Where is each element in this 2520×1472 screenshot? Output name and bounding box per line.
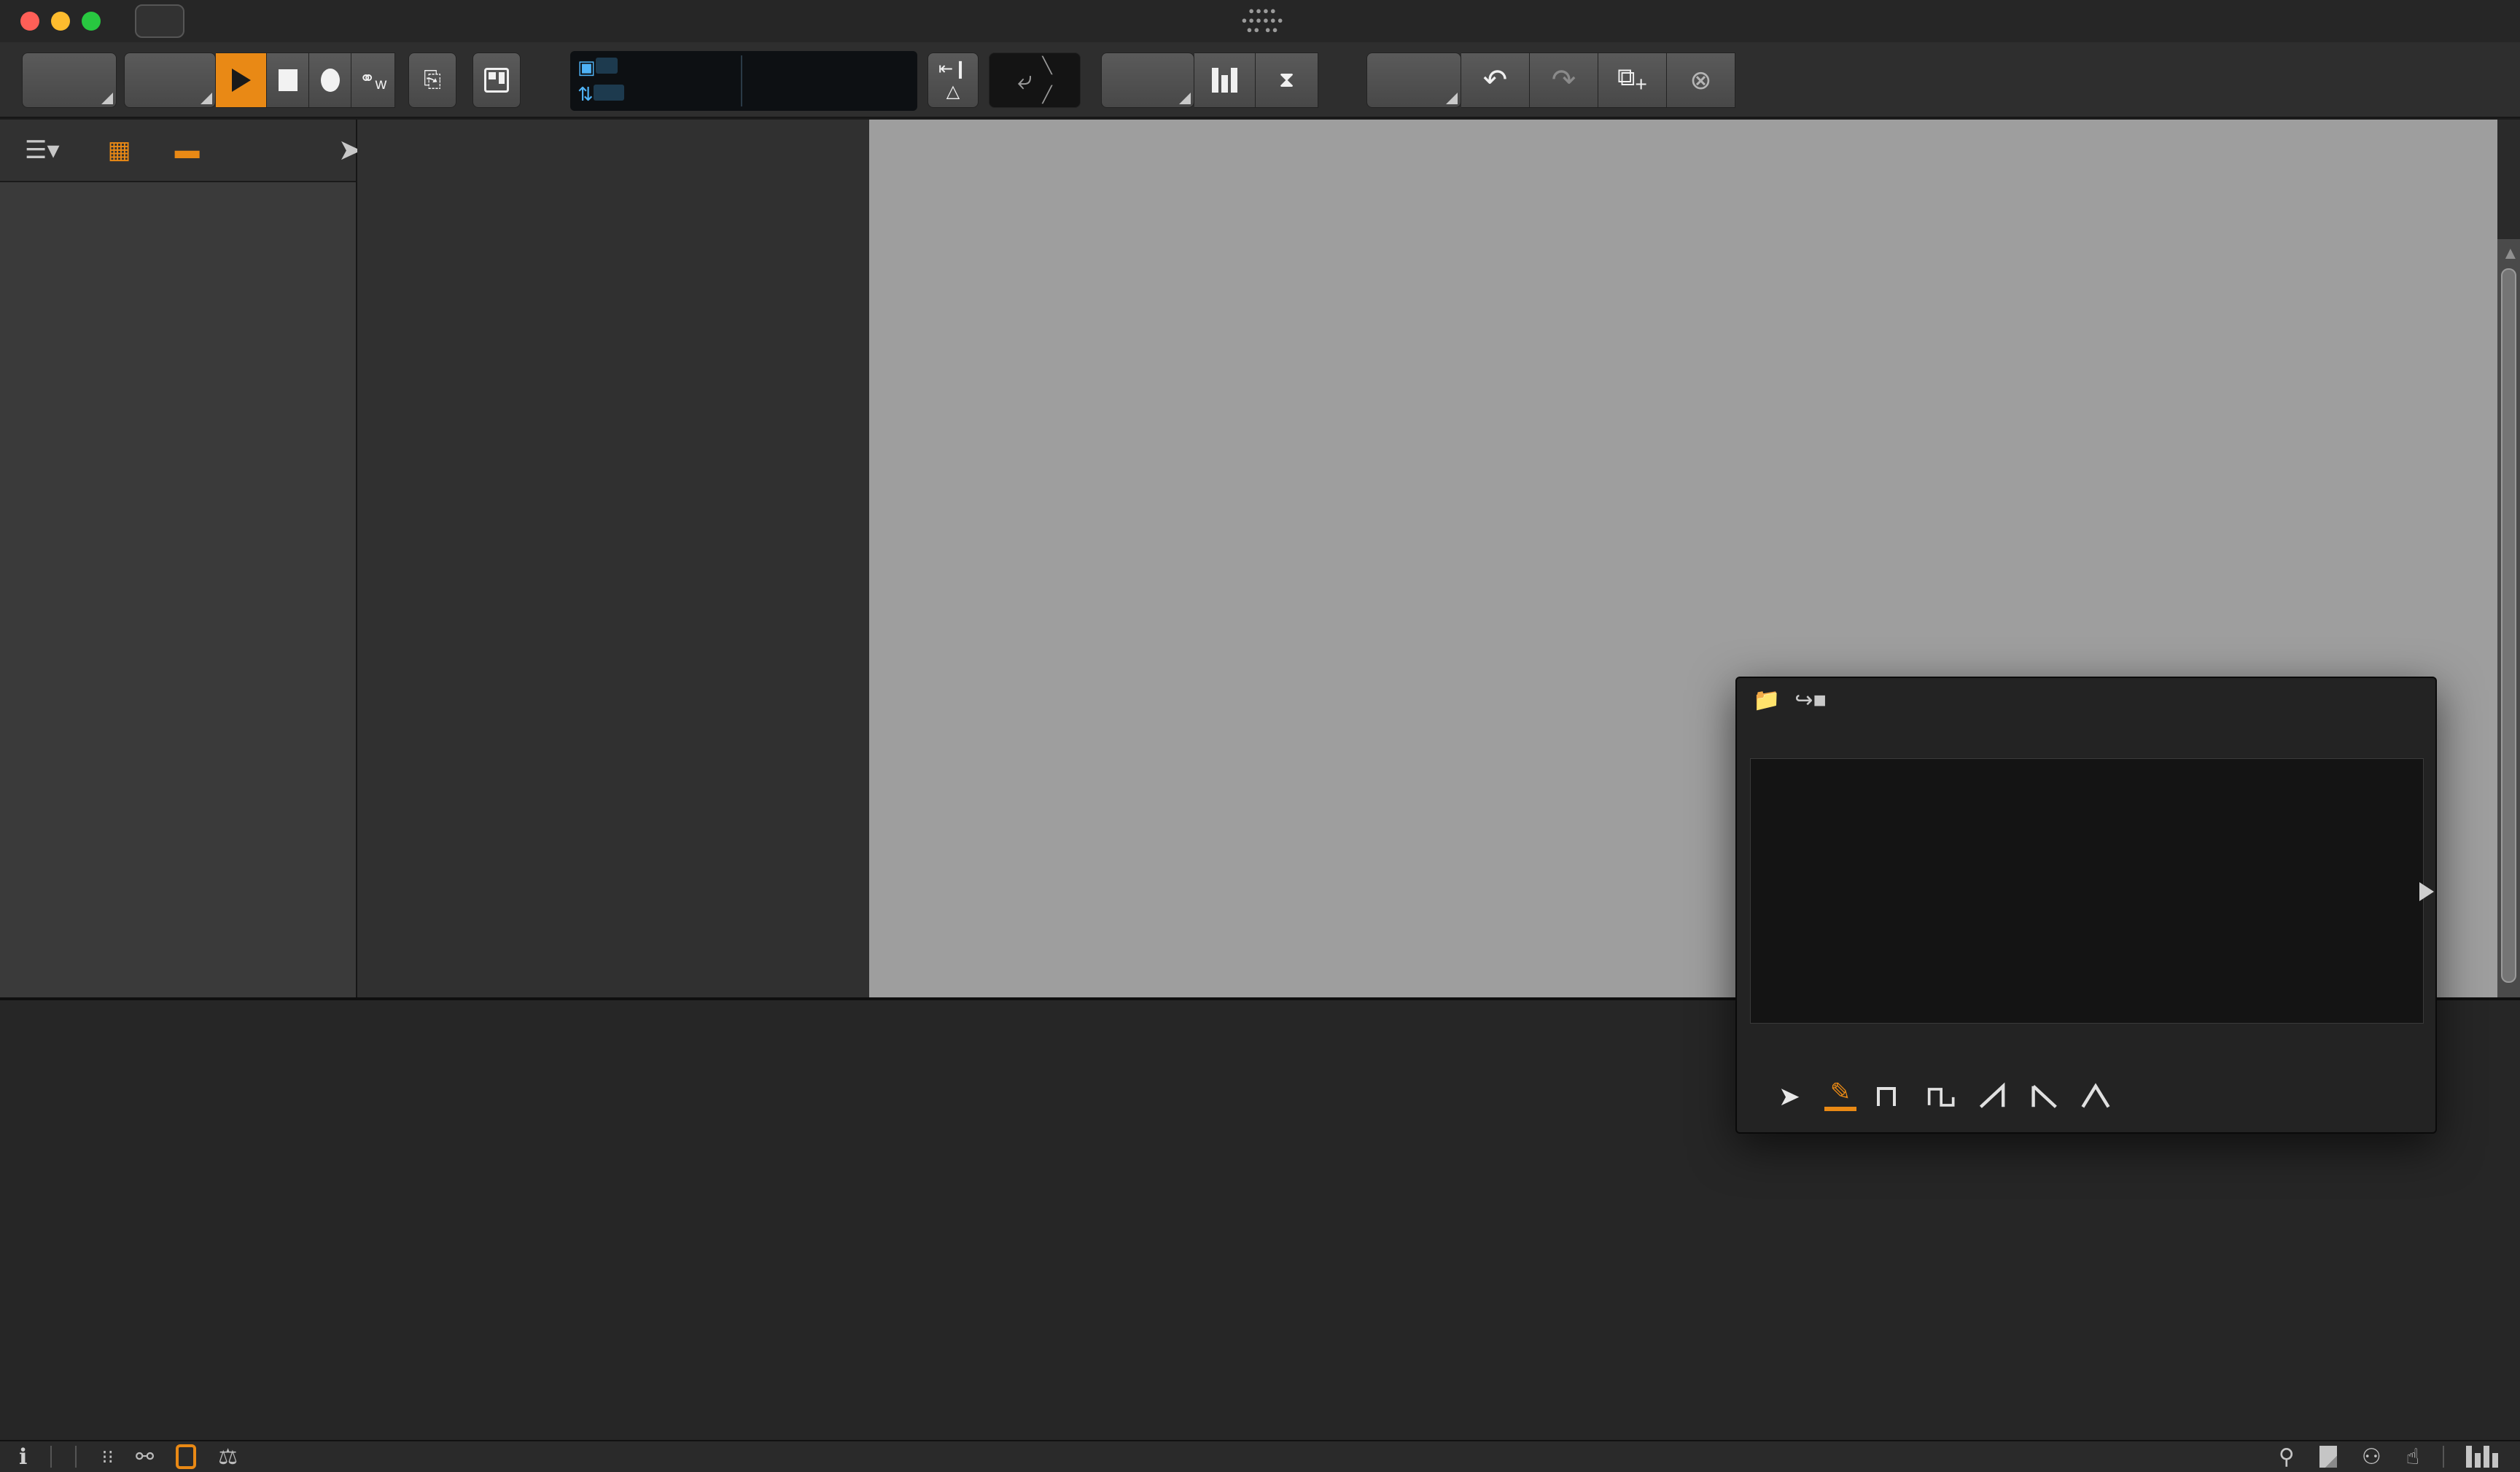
overdub-button[interactable]: ⎘ bbox=[408, 52, 456, 108]
pencil-tool-icon[interactable]: ✎ bbox=[1824, 1078, 1856, 1111]
layout-toggle-button[interactable] bbox=[472, 52, 521, 108]
transport-display[interactable]: ▣ ⇅ bbox=[570, 51, 917, 111]
triangle-tool-icon[interactable] bbox=[2080, 1082, 2112, 1111]
minimize-window-button[interactable] bbox=[51, 12, 70, 31]
loop-button[interactable]: ⤶ ╲ ╱ bbox=[989, 52, 1081, 108]
mixer-sliders-icon[interactable]: ⚖ bbox=[218, 1444, 238, 1470]
vertical-scrollbar[interactable]: ▲ ▼ bbox=[2497, 239, 2520, 1117]
project-tab[interactable] bbox=[135, 4, 184, 38]
status-bar: ℹ ⁝⁝ ⚯ ⚖ ⚲ ⚇ ☝ bbox=[0, 1440, 2520, 1472]
plus-minus-tool-icon[interactable] bbox=[2131, 1082, 2163, 1111]
track-list-menu-icon[interactable]: ☰▾ bbox=[25, 136, 60, 165]
fade-in-icon[interactable]: ╲ bbox=[1042, 56, 1051, 75]
add-menu-button[interactable] bbox=[1101, 52, 1194, 108]
stop-icon bbox=[278, 69, 298, 91]
file-menu-button[interactable] bbox=[22, 52, 117, 108]
tempo-icons: ▣ ⇅ bbox=[570, 51, 624, 111]
hand-tool-icon[interactable]: ☝ bbox=[2406, 1444, 2419, 1470]
vertical-scroll-thumb[interactable] bbox=[2501, 268, 2516, 983]
metronome-icon: △ bbox=[946, 82, 960, 101]
track-panel-toolbar: ☰▾ ▦ ▬ ➤ ▾ bbox=[0, 120, 374, 182]
close-window-button[interactable] bbox=[20, 12, 39, 31]
eg-window-header[interactable]: 📁 ↪■ bbox=[1737, 678, 2435, 722]
title-bar: ●●●● ●●●●●● ●● ●● bbox=[0, 0, 2520, 42]
eg-default-window[interactable]: 📁 ↪■ ➤ ✎ bbox=[1735, 677, 2437, 1134]
record-button[interactable] bbox=[309, 52, 351, 108]
rows-view-icon[interactable]: ▬ bbox=[175, 136, 200, 165]
duplicate-icon: ⧉+ bbox=[1617, 63, 1647, 96]
punch-metronome-buttons[interactable]: ⇤❙ △ bbox=[928, 52, 979, 108]
search-icon[interactable]: ⚲ bbox=[2279, 1444, 2295, 1470]
info-icon[interactable]: ℹ bbox=[19, 1444, 27, 1470]
overdub-icon: ⎘ bbox=[424, 68, 441, 92]
piano-icon bbox=[1212, 68, 1237, 93]
loop-icon: ⤶ bbox=[1017, 64, 1032, 95]
play-button[interactable] bbox=[216, 52, 267, 108]
undo-button[interactable]: ↶ bbox=[1461, 52, 1530, 108]
zoom-window-button[interactable] bbox=[82, 12, 101, 31]
main-toolbar: ⚭w ⎘ ▣ ⇅ ⇤❙ △ ⤶ ╲ ╱ ⧗ ↶ ↷ ⧉+ ⊗ bbox=[0, 42, 2520, 118]
record-icon bbox=[320, 69, 340, 92]
redo-button[interactable]: ↷ bbox=[1530, 52, 1598, 108]
track-header-panel: ☰▾ ▦ ▬ ➤ ▾ bbox=[0, 120, 374, 997]
selection-mode-icon[interactable] bbox=[176, 1444, 197, 1469]
ramp-up-tool-icon[interactable] bbox=[1978, 1082, 2010, 1111]
clip-launcher bbox=[357, 120, 869, 997]
automation-write-button[interactable]: ⚭w bbox=[351, 52, 395, 108]
audio-wave-icon: ⧗ bbox=[1278, 68, 1295, 92]
automation-write-icon: ⚭w bbox=[359, 66, 387, 93]
step-shape-tool-icon[interactable] bbox=[1926, 1082, 1959, 1111]
edit-menu-button[interactable] bbox=[1366, 52, 1461, 108]
fade-out-icon[interactable]: ╱ bbox=[1042, 85, 1051, 104]
folder-icon[interactable]: 📁 bbox=[1753, 688, 1780, 713]
snap-grid-icon[interactable]: ⁝⁝ bbox=[101, 1446, 114, 1468]
save-preset-icon[interactable]: ↪■ bbox=[1794, 688, 1826, 713]
stop-button[interactable] bbox=[267, 52, 309, 108]
file-browser-icon[interactable] bbox=[2319, 1446, 2337, 1468]
play-menu-button[interactable] bbox=[124, 52, 216, 108]
layout-icon bbox=[484, 68, 509, 93]
add-instrument-track-button[interactable] bbox=[1194, 52, 1256, 108]
scroll-up-icon[interactable]: ▲ bbox=[2502, 244, 2519, 264]
punch-icon: ⇤❙ bbox=[938, 59, 968, 79]
redo-icon: ↷ bbox=[1551, 64, 1576, 96]
bitwig-logo: ●●●● ●●●●●● ●● ●● bbox=[1241, 5, 1285, 35]
grid-view-icon[interactable]: ▦ bbox=[108, 136, 131, 165]
eg-envelope-graph[interactable] bbox=[1750, 758, 2424, 1024]
play-icon bbox=[231, 69, 251, 92]
arrow-tool-icon[interactable]: ➤ bbox=[1773, 1081, 1805, 1111]
virtual-keyboard-icon[interactable] bbox=[2466, 1446, 2498, 1468]
eg-play-arrow-icon[interactable] bbox=[2419, 882, 2434, 901]
link-icon[interactable]: ⚯ bbox=[136, 1444, 154, 1470]
delete-icon: ⊗ bbox=[1689, 65, 1712, 95]
duplicate-button[interactable]: ⧉+ bbox=[1598, 52, 1667, 108]
speaker-icon[interactable]: ⚇ bbox=[2362, 1444, 2381, 1470]
delete-button[interactable]: ⊗ bbox=[1667, 52, 1735, 108]
ramp-down-tool-icon[interactable] bbox=[2029, 1082, 2061, 1111]
add-audio-track-button[interactable]: ⧗ bbox=[1256, 52, 1318, 108]
eg-toolbar: ➤ ✎ bbox=[1754, 1072, 2418, 1121]
square-shape-tool-icon[interactable] bbox=[1875, 1082, 1908, 1111]
undo-icon: ↶ bbox=[1482, 64, 1508, 96]
